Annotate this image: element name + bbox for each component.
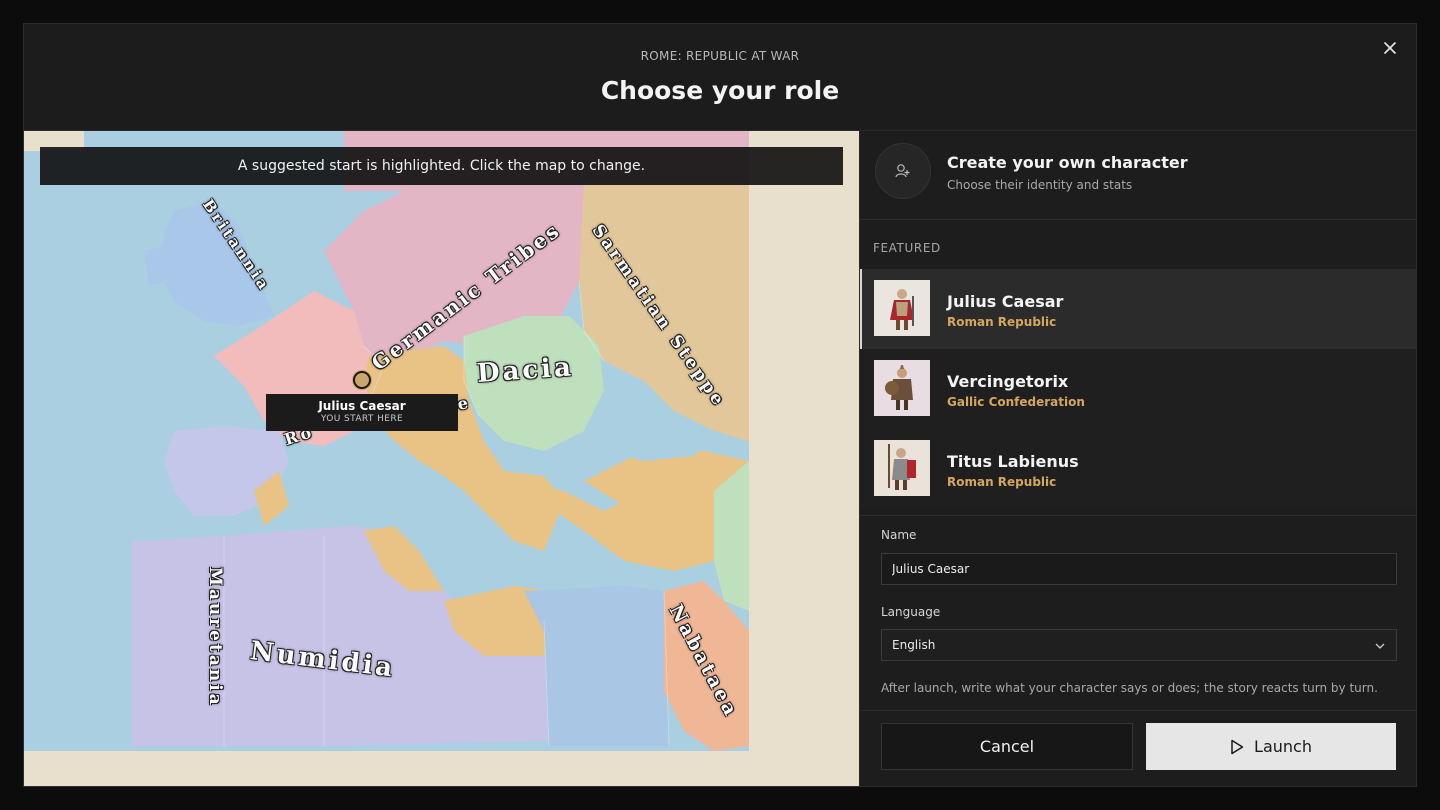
character-list: Julius Caesar Roman Republic Vercingetor… — [860, 269, 1416, 509]
launch-button[interactable]: Launch — [1146, 723, 1396, 770]
map-graphic — [24, 131, 859, 786]
close-button[interactable] — [1378, 36, 1402, 60]
add-user-icon — [895, 164, 910, 178]
character-name: Vercingetorix — [947, 372, 1069, 391]
character-faction: Gallic Confederation — [947, 395, 1085, 409]
character-item-julius-caesar[interactable]: Julius Caesar Roman Republic — [860, 269, 1416, 349]
region-label-mauretania: Mauretania — [205, 567, 225, 708]
portrait-julius-caesar — [874, 280, 930, 336]
help-text: After launch, write what your character … — [881, 681, 1378, 695]
create-title: Create your own character — [947, 153, 1188, 172]
character-name: Titus Labienus — [947, 452, 1079, 471]
form-divider — [860, 515, 1416, 516]
world-map[interactable]: A suggested start is highlighted. Click … — [24, 131, 859, 786]
create-avatar — [875, 143, 931, 199]
name-label: Name — [881, 528, 917, 542]
launch-label: Launch — [1254, 737, 1312, 756]
language-label: Language — [881, 605, 941, 619]
create-own-character[interactable]: Create your own character Choose their i… — [860, 131, 1416, 220]
map-banner: A suggested start is highlighted. Click … — [40, 147, 843, 185]
portrait-titus-labienus — [874, 440, 930, 496]
close-icon — [1384, 42, 1396, 54]
start-tooltip: Julius Caesar YOU START HERE — [266, 394, 458, 431]
cancel-button[interactable]: Cancel — [881, 723, 1133, 770]
start-marker[interactable] — [353, 371, 371, 389]
featured-label: FEATURED — [873, 241, 941, 255]
character-faction: Roman Republic — [947, 475, 1057, 489]
modal-title: Choose your role — [600, 76, 840, 105]
tooltip-sub: YOU START HERE — [320, 414, 404, 424]
modal-header: ROME: REPUBLIC AT WAR Choose your role — [24, 24, 1416, 131]
character-faction: Roman Republic — [947, 315, 1057, 329]
character-item-vercingetorix[interactable]: Vercingetorix Gallic Confederation — [860, 349, 1416, 429]
portrait-vercingetorix — [874, 360, 930, 416]
character-item-titus-labienus[interactable]: Titus Labienus Roman Republic — [860, 429, 1416, 509]
tooltip-name: Julius Caesar — [318, 399, 406, 413]
language-value: English — [892, 638, 936, 652]
chevron-down-icon — [1375, 643, 1385, 649]
language-select[interactable]: English — [881, 629, 1397, 661]
footer-divider — [860, 710, 1416, 711]
character-name: Julius Caesar — [947, 292, 1064, 311]
name-input[interactable] — [881, 553, 1397, 585]
play-icon — [1231, 739, 1244, 754]
role-panel: Create your own character Choose their i… — [859, 131, 1416, 786]
create-subtitle: Choose their identity and stats — [947, 178, 1133, 192]
modal-kicker: ROME: REPUBLIC AT WAR — [640, 49, 800, 63]
role-modal: ROME: REPUBLIC AT WAR Choose your role A… — [23, 23, 1417, 787]
